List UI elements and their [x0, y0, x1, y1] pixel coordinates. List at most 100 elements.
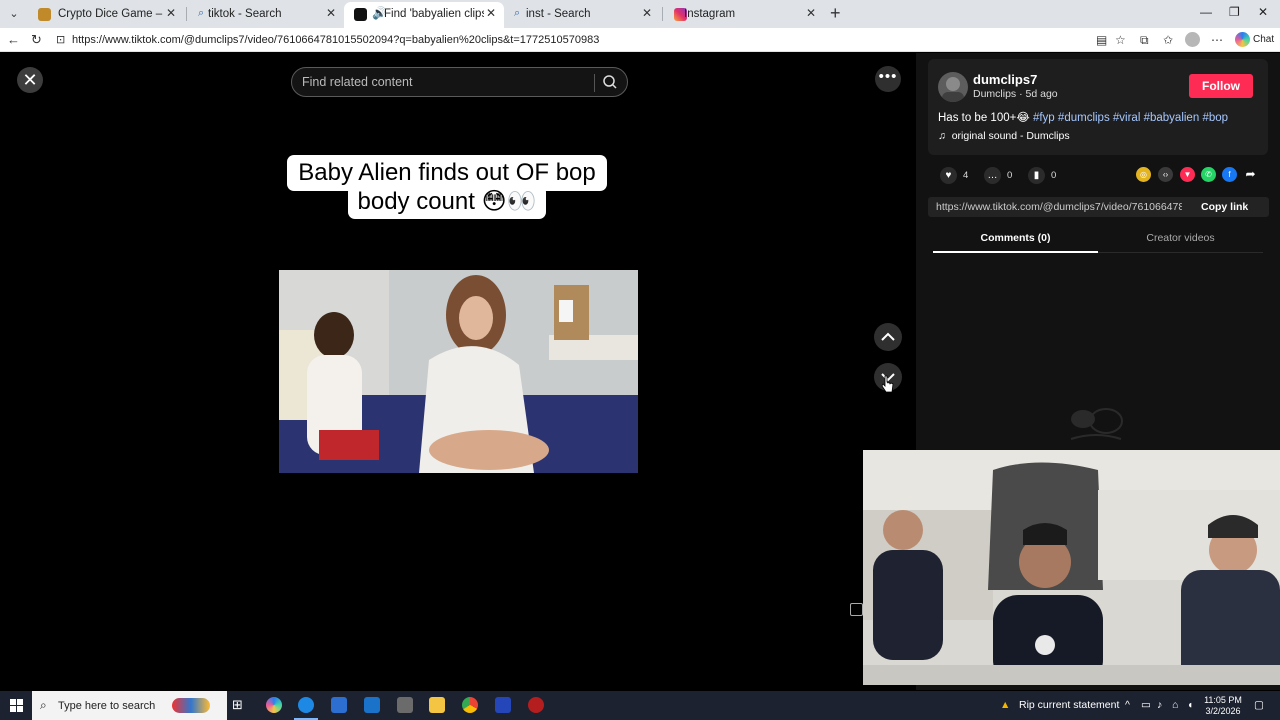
- refresh-icon[interactable]: ↻: [31, 32, 42, 48]
- new-tab-plus-icon[interactable]: +: [830, 3, 841, 24]
- search-icon[interactable]: [602, 74, 618, 90]
- coin-share-icon[interactable]: ◎: [1136, 167, 1151, 182]
- hashtag-link[interactable]: #viral: [1113, 112, 1140, 124]
- tab-crypto-dice[interactable]: Crypto Dice Game – Provably Fair ✕: [28, 2, 184, 28]
- facebook-icon[interactable]: f: [1222, 167, 1237, 182]
- file-explorer-icon[interactable]: [429, 697, 445, 713]
- whatsapp-icon[interactable]: ✆: [1201, 167, 1216, 182]
- taskbar-search-input[interactable]: Type here to search: [58, 700, 155, 712]
- search-input[interactable]: Find related content: [302, 75, 413, 89]
- close-video-button[interactable]: ✕: [17, 67, 43, 93]
- webcam-feed-image: [863, 450, 1280, 685]
- video-description: Has to be 100+😂 #fyp #dumclips #viral #b…: [938, 110, 1228, 124]
- close-tab-icon[interactable]: ✕: [806, 6, 816, 20]
- creator-avatar[interactable]: [938, 72, 968, 102]
- back-arrow-icon[interactable]: ←: [7, 32, 20, 47]
- hashtag-link[interactable]: #fyp: [1033, 112, 1055, 124]
- edge-browser-icon[interactable]: [298, 697, 314, 713]
- more-options-icon[interactable]: •••: [875, 66, 901, 92]
- creator-username[interactable]: dumclips7: [973, 72, 1037, 87]
- hashtag-link[interactable]: #bop: [1202, 112, 1228, 124]
- bookmark-icon[interactable]: ▮: [1028, 167, 1045, 184]
- volume-icon[interactable]: ◖: [1187, 699, 1193, 711]
- previous-video-button[interactable]: [874, 323, 902, 351]
- tab-instagram[interactable]: Instagram ✕: [664, 2, 824, 28]
- close-tab-icon[interactable]: ✕: [326, 6, 336, 20]
- dice-favicon-icon: [38, 8, 51, 21]
- tab-actions-menu-icon[interactable]: ⌄: [4, 4, 24, 24]
- copy-link-box: https://www.tiktok.com/@dumclips7/video/…: [928, 197, 1269, 217]
- site-info-icon[interactable]: ⊡: [56, 33, 65, 46]
- tab-title: Instagram: [684, 8, 736, 20]
- tiktok-favicon-icon: [354, 8, 367, 21]
- browser-tab-strip: ⌄ Crypto Dice Game – Provably Fair ✕ ⌕ t…: [0, 0, 1280, 28]
- video-frame[interactable]: [279, 270, 638, 473]
- battery-icon[interactable]: ▭: [1141, 699, 1151, 711]
- sound-link[interactable]: ♫ original sound - Dumclips: [938, 130, 1070, 142]
- hashtag-link[interactable]: #babyalien: [1144, 112, 1200, 124]
- copilot-app-icon[interactable]: [266, 697, 282, 713]
- outlook-icon[interactable]: [364, 697, 380, 713]
- tab-tiktok-video[interactable]: 🔊 Find 'babyalien clips' on TikTo ✕: [344, 2, 504, 28]
- comment-count: 0: [1007, 170, 1013, 181]
- profile-avatar-icon[interactable]: [1185, 32, 1200, 47]
- chrome-icon[interactable]: [462, 697, 478, 713]
- search-highlights-icon: [172, 698, 210, 713]
- tab-title: tiktok - Search: [208, 8, 282, 20]
- chevron-up-icon: [881, 332, 895, 341]
- app-icon[interactable]: [528, 697, 544, 713]
- tab-tiktok-search[interactable]: ⌕ tiktok - Search ✕: [188, 2, 344, 28]
- favorites-icon[interactable]: ✩: [1163, 33, 1173, 47]
- close-tab-icon[interactable]: ✕: [642, 6, 652, 20]
- follow-button[interactable]: Follow: [1189, 74, 1253, 98]
- comment-icon[interactable]: …: [984, 167, 1001, 184]
- address-bar[interactable]: ⊡ https://www.tiktok.com/@dumclips7/vide…: [50, 30, 1080, 50]
- restore-icon[interactable]: ❐: [1229, 5, 1240, 19]
- news-notification[interactable]: Rip current statement: [1019, 699, 1119, 711]
- tab-title: inst - Search: [526, 8, 591, 20]
- taskbar-search-box[interactable]: ⌕ Type here to search: [32, 691, 227, 720]
- save-count: 0: [1051, 170, 1057, 181]
- system-clock[interactable]: 11:05 PM 3/2/2026: [1200, 695, 1246, 717]
- video-frame-image: [279, 270, 638, 473]
- mouse-cursor-icon: [881, 375, 894, 393]
- microphone-icon[interactable]: ♪: [1157, 699, 1162, 711]
- tab-title: Crypto Dice Game – Provably Fair: [58, 8, 164, 20]
- copy-link-button[interactable]: Copy link: [1201, 201, 1248, 213]
- creator-nickname-date: Dumclips · 5d ago: [973, 88, 1058, 100]
- show-hidden-icons-icon[interactable]: ^: [1125, 699, 1130, 711]
- app-launcher-icon[interactable]: [495, 697, 511, 713]
- tab-creator-videos[interactable]: Creator videos: [1098, 232, 1263, 244]
- search-icon: ⌕: [40, 698, 47, 712]
- close-window-icon[interactable]: ✕: [1258, 5, 1268, 19]
- heart-icon[interactable]: ♥: [940, 167, 957, 184]
- tab-comments[interactable]: Comments (0): [933, 232, 1098, 244]
- network-icon[interactable]: ⌂: [1172, 699, 1178, 711]
- notifications-icon[interactable]: ▢: [1254, 699, 1264, 711]
- video-link-text[interactable]: https://www.tiktok.com/@dumclips7/video/…: [936, 201, 1182, 213]
- store-icon[interactable]: [331, 697, 347, 713]
- embed-code-icon[interactable]: ‹›: [1158, 167, 1173, 182]
- task-view-icon[interactable]: ⊞: [232, 697, 248, 713]
- minimize-icon[interactable]: —: [1200, 5, 1212, 19]
- hashtag-link[interactable]: #dumclips: [1058, 112, 1110, 124]
- close-tab-icon[interactable]: ✕: [166, 6, 176, 20]
- photos-icon[interactable]: [397, 697, 413, 713]
- settings-more-icon[interactable]: ⋯: [1211, 33, 1223, 47]
- copilot-icon[interactable]: [1235, 32, 1250, 47]
- close-tab-icon[interactable]: ✕: [486, 6, 496, 20]
- picture-in-picture-icon[interactable]: [850, 603, 863, 616]
- send-to-friends-icon[interactable]: ▼: [1180, 167, 1195, 182]
- related-content-search[interactable]: Find related content: [291, 67, 628, 97]
- tab-inst-search[interactable]: ⌕ inst - Search ✕: [504, 2, 660, 28]
- favorite-star-icon[interactable]: ☆: [1115, 33, 1126, 47]
- windows-start-icon[interactable]: [10, 699, 23, 712]
- panel-tabs: Comments (0) Creator videos: [933, 227, 1263, 253]
- share-arrow-icon[interactable]: ➦: [1243, 167, 1258, 182]
- windows-taskbar: ⌕ Type here to search ⊞ ▲ Rip current st…: [0, 691, 1280, 720]
- extensions-icon[interactable]: ⧉: [1140, 33, 1149, 48]
- reader-view-icon[interactable]: ▤: [1096, 33, 1107, 47]
- clock-date: 3/2/2026: [1205, 706, 1241, 716]
- chat-button[interactable]: Chat: [1253, 34, 1274, 45]
- address-bar-text: https://www.tiktok.com/@dumclips7/video/…: [72, 34, 600, 46]
